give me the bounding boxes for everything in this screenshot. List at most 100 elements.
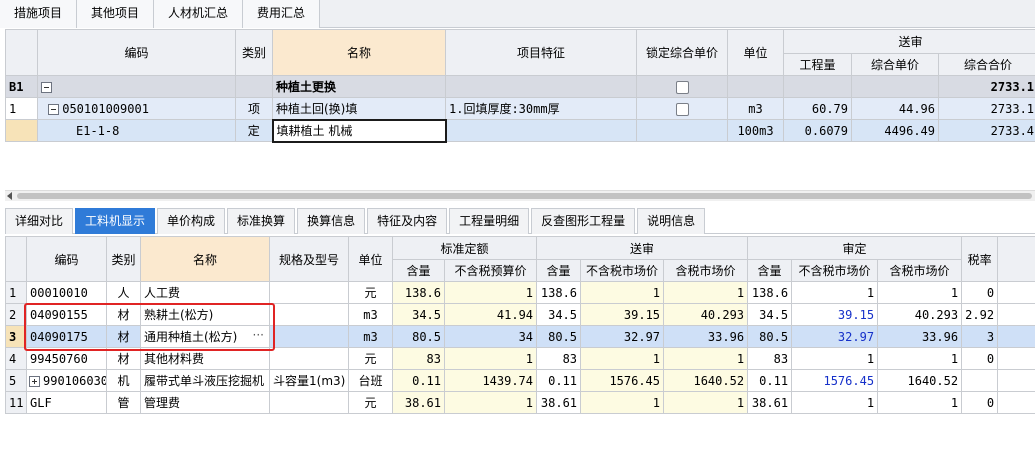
name-cell[interactable]: 管理费 <box>140 391 270 414</box>
header-unit[interactable]: 单位 <box>348 236 393 282</box>
rev-price-in-cell[interactable]: 1 <box>877 391 963 414</box>
spec-cell[interactable] <box>269 347 349 370</box>
tab-resource-display[interactable]: 工料机显示 <box>75 208 156 234</box>
sub-price-in-cell[interactable]: 1 <box>663 391 749 414</box>
header-code[interactable]: 编码 <box>37 29 236 76</box>
header-rev-qty[interactable]: 含量 <box>747 259 793 282</box>
std-price-cell[interactable]: 1 <box>443 347 538 370</box>
price-cell[interactable]: 4496.49 <box>851 119 939 142</box>
std-qty-cell[interactable]: 80.5 <box>392 325 445 348</box>
header-std-price[interactable]: 不含税预算价 <box>443 259 538 282</box>
sub-price-in-cell[interactable]: 1 <box>663 281 749 304</box>
unit-cell[interactable]: 台班 <box>348 369 393 392</box>
type-cell[interactable]: 定 <box>235 119 273 142</box>
header-total-price[interactable]: 综合合价 <box>937 53 1035 76</box>
table-row-selected[interactable]: 3 04090175 材 通用种植土(松方) ··· m3 80.5 34 80.… <box>5 325 1035 348</box>
tax-cell[interactable]: 3 <box>961 325 999 348</box>
spec-cell[interactable] <box>269 281 349 304</box>
unit-cell[interactable]: 元 <box>348 281 393 304</box>
qty-cell[interactable]: 0.6079 <box>783 119 852 142</box>
tax-cell[interactable]: 0 <box>961 391 999 414</box>
header-sub-price-ex[interactable]: 不含税市场价 <box>580 259 665 282</box>
horizontal-scrollbar[interactable] <box>5 190 1035 201</box>
table-row[interactable]: 4 99450760 材 其他材料费 元 83 1 83 1 1 83 1 1 … <box>5 347 1035 370</box>
lock-checkbox[interactable] <box>675 102 689 116</box>
name-cell[interactable]: 种植土回(换)填 <box>272 97 446 120</box>
header-spec[interactable]: 规格及型号 <box>269 236 349 282</box>
tab-other-items[interactable]: 其他项目 <box>77 0 155 28</box>
name-cell[interactable]: 履带式单斗液压挖掘机 <box>140 369 270 392</box>
sub-qty-cell[interactable]: 0.11 <box>536 369 582 392</box>
total-cell[interactable]: 2733.1 <box>937 97 1035 120</box>
rev-price-ex-cell[interactable]: 32.97 <box>791 325 879 348</box>
name-cell[interactable]: 熟耕土(松方) <box>140 303 270 326</box>
tab-measures[interactable]: 措施项目 <box>0 0 78 28</box>
table-row[interactable]: 11 GLF 管 管理费 元 38.61 1 38.61 1 1 38.61 1… <box>5 391 1035 414</box>
code-cell[interactable]: GLF <box>26 391 107 414</box>
code-cell[interactable]: E1-1-8 <box>37 119 236 142</box>
header-quantity[interactable]: 工程量 <box>783 53 852 76</box>
table-row[interactable]: 1 050101009001 项 种植土回(换)填 1.回填厚度:30mm厚 m… <box>5 97 1035 120</box>
code-cell[interactable]: 04090175 <box>26 325 107 348</box>
std-price-cell[interactable]: 34 <box>443 325 538 348</box>
tab-conversion-info[interactable]: 换算信息 <box>297 208 366 234</box>
std-qty-cell[interactable]: 38.61 <box>392 391 445 414</box>
tax-cell[interactable]: 0 <box>961 347 999 370</box>
rev-qty-cell[interactable]: 34.5 <box>747 303 793 326</box>
tab-unit-price-composition[interactable]: 单价构成 <box>157 208 226 234</box>
header-rev-price-in[interactable]: 含税市场价 <box>877 259 963 282</box>
tab-cost-summary[interactable]: 费用汇总 <box>243 0 321 28</box>
tab-description[interactable]: 说明信息 <box>637 208 706 234</box>
sub-price-ex-cell[interactable]: 1576.45 <box>580 369 665 392</box>
scroll-left-icon[interactable] <box>7 192 12 200</box>
header-sub-price-in[interactable]: 含税市场价 <box>663 259 749 282</box>
spec-cell[interactable] <box>269 391 349 414</box>
header-name[interactable]: 名称 <box>140 236 270 282</box>
tax-cell[interactable] <box>961 369 999 392</box>
std-price-cell[interactable]: 1 <box>443 391 538 414</box>
sub-price-ex-cell[interactable]: 1 <box>580 347 665 370</box>
header-lock-price[interactable]: 锁定综合单价 <box>636 29 728 76</box>
total-cell[interactable]: 2733.1 <box>937 75 1035 98</box>
sub-qty-cell[interactable]: 80.5 <box>536 325 582 348</box>
rev-qty-cell[interactable]: 138.6 <box>747 281 793 304</box>
header-tax-rate[interactable]: 税率 <box>961 236 999 282</box>
unit-cell[interactable]: 元 <box>348 391 393 414</box>
name-cell[interactable]: 通用种植土(松方) ··· <box>140 325 270 348</box>
rev-price-in-cell[interactable]: 40.293 <box>877 303 963 326</box>
std-price-cell[interactable]: 1 <box>443 281 538 304</box>
rev-price-ex-cell[interactable]: 1 <box>791 347 879 370</box>
unit-cell[interactable]: m3 <box>727 97 784 120</box>
tab-reverse-lookup[interactable]: 反查图形工程量 <box>531 208 636 234</box>
rev-price-in-cell[interactable]: 1 <box>877 347 963 370</box>
unit-cell[interactable]: 元 <box>348 347 393 370</box>
sub-qty-cell[interactable]: 83 <box>536 347 582 370</box>
type-cell[interactable]: 材 <box>106 347 141 370</box>
unit-cell[interactable]: m3 <box>348 303 393 326</box>
collapse-icon[interactable] <box>48 103 60 115</box>
sub-price-in-cell[interactable]: 40.293 <box>663 303 749 326</box>
header-rev-price-ex[interactable]: 不含税市场价 <box>791 259 879 282</box>
sub-price-in-cell[interactable]: 1 <box>663 347 749 370</box>
header-sub-qty[interactable]: 含量 <box>536 259 582 282</box>
rev-price-ex-cell[interactable]: 1 <box>791 281 879 304</box>
sub-qty-cell[interactable]: 38.61 <box>536 391 582 414</box>
type-cell[interactable]: 材 <box>106 325 141 348</box>
header-std-qty[interactable]: 含量 <box>392 259 445 282</box>
table-row[interactable]: 2 04090155 材 熟耕土(松方) m3 34.5 41.94 34.5 … <box>5 303 1035 326</box>
rev-price-ex-cell[interactable]: 39.15 <box>791 303 879 326</box>
rev-price-in-cell[interactable]: 33.96 <box>877 325 963 348</box>
header-feature[interactable]: 项目特征 <box>445 29 637 76</box>
rev-qty-cell[interactable]: 38.61 <box>747 391 793 414</box>
std-price-cell[interactable]: 41.94 <box>443 303 538 326</box>
rev-price-in-cell[interactable]: 1 <box>877 281 963 304</box>
sub-qty-cell[interactable]: 34.5 <box>536 303 582 326</box>
spec-cell[interactable] <box>269 303 349 326</box>
expand-icon[interactable] <box>29 375 40 387</box>
sub-price-ex-cell[interactable]: 1 <box>580 281 665 304</box>
rev-qty-cell[interactable]: 83 <box>747 347 793 370</box>
lock-checkbox[interactable] <box>675 80 689 94</box>
std-qty-cell[interactable]: 0.11 <box>392 369 445 392</box>
feature-cell[interactable] <box>445 119 637 142</box>
sub-price-ex-cell[interactable]: 39.15 <box>580 303 665 326</box>
